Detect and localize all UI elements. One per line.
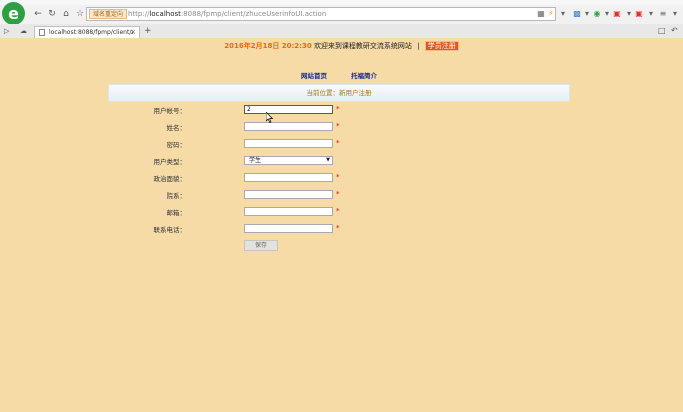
- chevron-down-icon[interactable]: ▾: [582, 9, 592, 19]
- site-header: 2016年2月18日 20:2:30 欢迎来到课程教研交流系统网站 | 学员注册: [0, 41, 683, 51]
- nav-home-link[interactable]: 网站首页: [301, 70, 327, 80]
- url-text[interactable]: http://localhost:8088/fpmp/client/zhuceU…: [128, 8, 326, 20]
- tab-label: localhost:8088/fpmp/client/zhuceUserinfo…: [49, 29, 133, 36]
- chevron-down-icon[interactable]: ▾: [670, 9, 680, 19]
- back-icon[interactable]: ←: [32, 8, 44, 20]
- required-mark: *: [336, 190, 340, 198]
- usertype-label: 用户类型：: [153, 158, 187, 166]
- name-input[interactable]: [244, 122, 333, 131]
- dept-input[interactable]: [244, 190, 333, 199]
- close-icon[interactable]: ×: [130, 27, 136, 38]
- sidebar-toggle-icon[interactable]: ▷: [4, 27, 9, 35]
- browser-logo-icon: e: [2, 2, 25, 25]
- chevron-down-icon: ▼: [326, 157, 330, 163]
- new-tab-icon[interactable]: +: [144, 26, 152, 36]
- welcome-text: 欢迎来到课程教研交流系统网站: [313, 42, 412, 50]
- required-mark: *: [336, 105, 340, 113]
- account-input[interactable]: 2: [244, 105, 333, 114]
- apps-icon[interactable]: ▩: [572, 9, 582, 19]
- tab-current[interactable]: localhost:8088/fpmp/client/zhuceUserinfo…: [34, 26, 140, 38]
- account-label: 用户帐号：: [153, 107, 187, 115]
- undo-icon[interactable]: ↶: [671, 26, 678, 35]
- phone-input[interactable]: [244, 224, 333, 233]
- current-datetime: 2016年2月18日 20:2:30: [224, 42, 312, 50]
- chevron-down-icon[interactable]: ▾: [602, 9, 612, 19]
- title-bar: [0, 0, 683, 5]
- lightning-icon[interactable]: ⚡: [546, 9, 556, 19]
- tab-strip: ▷ ☁ localhost:8088/fpmp/client/zhuceUser…: [0, 24, 683, 38]
- password-input[interactable]: [244, 139, 333, 148]
- chevron-down-icon[interactable]: ▾: [646, 9, 656, 19]
- cloud-icon[interactable]: ☁: [20, 27, 27, 35]
- email-input[interactable]: [244, 207, 333, 216]
- redirect-badge: 域名重定向: [89, 9, 128, 19]
- menu-icon[interactable]: ≡: [658, 9, 668, 19]
- chevron-down-icon[interactable]: ▾: [624, 9, 634, 19]
- favorite-star-icon[interactable]: ☆: [74, 8, 86, 20]
- email-label: 邮箱：: [166, 209, 187, 217]
- political-label: 政治面貌：: [153, 175, 187, 183]
- reload-icon[interactable]: ↻: [46, 8, 58, 20]
- nav-about-link[interactable]: 托福简介: [351, 70, 377, 80]
- browser-chrome: e ← ↻ ⌂ ☆ 域名重定向 http://localhost:8088/fp…: [0, 0, 683, 38]
- header-separator: |: [417, 42, 420, 50]
- addon-icon[interactable]: ▣: [634, 9, 644, 19]
- required-mark: *: [336, 224, 340, 232]
- address-bar[interactable]: 域名重定向 http://localhost:8088/fpmp/client/…: [86, 7, 556, 21]
- required-mark: *: [336, 122, 340, 130]
- password-label: 密码：: [166, 141, 187, 149]
- home-icon[interactable]: ⌂: [60, 8, 72, 20]
- mouse-cursor-icon: [266, 112, 274, 123]
- phone-label: 联系电话：: [153, 226, 187, 234]
- required-mark: *: [336, 207, 340, 215]
- dept-label: 院系：: [166, 192, 187, 200]
- save-button[interactable]: 保存: [244, 240, 278, 251]
- extension-icon[interactable]: ▣: [612, 9, 622, 19]
- name-label: 姓名：: [166, 124, 187, 132]
- grid-icon[interactable]: ▦: [536, 9, 546, 19]
- required-mark: *: [336, 139, 340, 147]
- dropdown-icon[interactable]: ▾: [558, 9, 568, 19]
- political-input[interactable]: [244, 173, 333, 182]
- usertype-select[interactable]: 学生 ▼: [244, 156, 333, 165]
- breadcrumb: 当前位置：新用户注册: [108, 84, 570, 102]
- required-mark: *: [336, 173, 340, 181]
- shield-icon[interactable]: ◉: [592, 9, 602, 19]
- usertype-selected: 学生: [249, 157, 262, 164]
- page-icon: [39, 29, 45, 36]
- restore-icon[interactable]: □: [658, 26, 666, 35]
- register-link[interactable]: 学员注册: [424, 41, 459, 51]
